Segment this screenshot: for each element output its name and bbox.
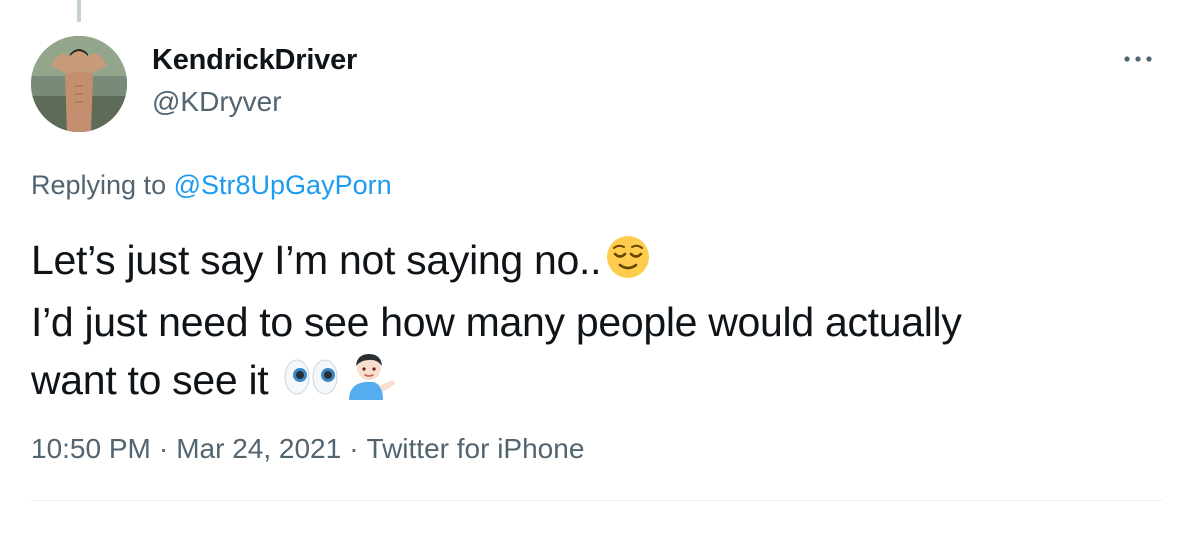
tweet-source-link[interactable]: Twitter for iPhone <box>367 433 585 464</box>
thread-connector-line <box>77 0 81 22</box>
tweet-text-line-2: I’d just need to see how many people wou… <box>31 299 962 345</box>
person-tipping-hand-emoji-icon <box>343 350 397 414</box>
eyes-emoji-icon <box>283 354 339 414</box>
tweet-text: Let’s just say I’m not saying no.. I’d j… <box>31 232 1151 414</box>
replying-to-label: Replying to <box>31 170 167 200</box>
more-dots-icon <box>1124 56 1152 62</box>
tweet-text-line: Let’s just say I’m not saying no.. <box>31 232 1151 294</box>
user-handle[interactable]: @KDryver <box>152 86 282 118</box>
tweet-metadata: 10:50 PM · Mar 24, 2021 · Twitter for iPhone <box>31 433 584 465</box>
avatar[interactable] <box>31 36 127 132</box>
meta-separator: · <box>349 433 359 464</box>
replying-to: Replying to @Str8UpGayPorn <box>31 170 392 201</box>
tweet-text-line-1: Let’s just say I’m not saying no.. <box>31 237 602 283</box>
tweet-text-line-3: want to see it <box>31 357 269 403</box>
more-options-button[interactable] <box>1118 44 1158 74</box>
display-name[interactable]: KendrickDriver <box>152 44 357 77</box>
tweet-date-link[interactable]: Mar 24, 2021 <box>176 433 341 464</box>
tweet-time-link[interactable]: 10:50 PM <box>31 433 151 464</box>
replying-to-mention-link[interactable]: @Str8UpGayPorn <box>174 170 392 200</box>
meta-separator: · <box>158 433 169 464</box>
divider <box>31 500 1163 501</box>
relieved-face-emoji-icon <box>605 234 651 294</box>
tweet-text-line: want to see it <box>31 350 1151 414</box>
tweet-text-line: I’d just need to see how many people wou… <box>31 294 1151 350</box>
